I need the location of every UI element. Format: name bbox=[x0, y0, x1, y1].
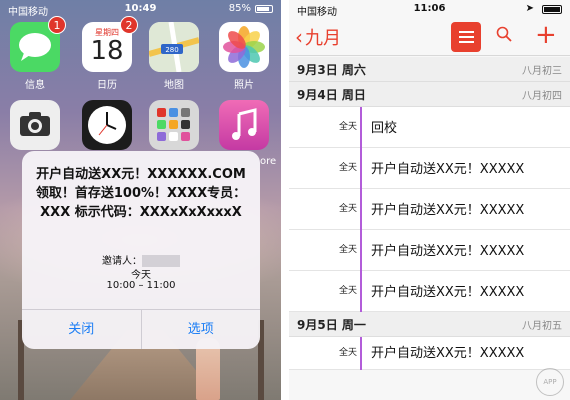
calendar-color-bar bbox=[360, 189, 362, 230]
calendar-date: 18 bbox=[90, 36, 124, 66]
event-row[interactable]: 全天 回校 bbox=[289, 107, 570, 148]
messages-icon: 1 bbox=[10, 16, 66, 72]
close-button[interactable]: 关闭 bbox=[22, 310, 141, 349]
app-photos[interactable]: 照片 bbox=[217, 22, 271, 91]
notification-badge: 2 bbox=[120, 16, 138, 34]
add-event-button[interactable]: + bbox=[535, 20, 557, 50]
app-calendar[interactable]: 星期四 18 2 日历 bbox=[80, 16, 138, 91]
lunar-date: 八月初五 bbox=[522, 321, 562, 332]
day-header: 9月5日 周一 八月初五 bbox=[289, 312, 570, 337]
all-day-tag: 全天 bbox=[338, 245, 357, 255]
alert-day: 今天 bbox=[131, 270, 151, 281]
app-messages[interactable]: 1 信息 bbox=[8, 16, 66, 91]
event-title: 开户自动送XX元！XXXXX bbox=[371, 285, 525, 300]
event-row[interactable]: 全天 开户自动送XX元！XXXXX bbox=[289, 189, 570, 230]
all-day-tag: 全天 bbox=[338, 348, 357, 358]
screenshot-root: 中国移动 10:49 85% 1 信息 星期四 18 2 日历 280 地图 照… bbox=[0, 0, 570, 400]
day-date: 9月3日 周六 bbox=[297, 63, 366, 77]
battery-icon bbox=[542, 5, 562, 14]
battery-percent: 85% bbox=[228, 3, 251, 14]
app-itunes[interactable] bbox=[217, 100, 271, 150]
all-day-tag: 全天 bbox=[338, 122, 357, 132]
event-list: 9月3日 周六 八月初三 9月4日 周日 八月初四 全天 回校 全天 开户自动送… bbox=[289, 57, 570, 370]
status-bar: 中国移动 10:49 85% bbox=[0, 0, 281, 18]
options-button[interactable]: 选项 bbox=[140, 310, 261, 349]
all-day-tag: 全天 bbox=[338, 163, 357, 173]
day-date: 9月4日 周日 bbox=[297, 88, 366, 102]
notification-badge: 1 bbox=[48, 16, 66, 34]
alert-buttons: 关闭 选项 bbox=[22, 309, 260, 349]
lunar-date: 八月初三 bbox=[522, 66, 562, 77]
app-label: 信息 bbox=[25, 80, 45, 91]
clock-icon bbox=[82, 100, 132, 150]
home-screen: 中国移动 10:49 85% 1 信息 星期四 18 2 日历 280 地图 照… bbox=[0, 0, 281, 400]
app-label: 日历 bbox=[97, 80, 117, 91]
day-header: 9月4日 周日 八月初四 bbox=[289, 82, 570, 107]
location-icon: ➤ bbox=[525, 3, 534, 14]
alert-title: 开户自动送XX元！XXXXXX.COM领取！首存送100%！XXXX专员：XXX… bbox=[35, 167, 247, 220]
event-title: 回校 bbox=[371, 121, 398, 136]
photos-icon bbox=[219, 22, 269, 72]
panel-divider bbox=[281, 0, 289, 400]
maps-sign: 280 bbox=[165, 46, 178, 54]
app-camera[interactable] bbox=[8, 100, 62, 150]
maps-icon: 280 bbox=[149, 22, 199, 72]
back-button[interactable]: ‹ 九月 bbox=[295, 24, 341, 50]
calendar-app: 中国移动 11:06 ➤ ‹ 九月 + 9月3日 周六 八月初三 9月4日 周日… bbox=[289, 0, 570, 400]
all-day-tag: 全天 bbox=[338, 204, 357, 214]
music-note-icon bbox=[219, 100, 269, 150]
app-folder[interactable] bbox=[147, 100, 201, 150]
day-date: 9月5日 周一 bbox=[297, 318, 366, 332]
search-icon[interactable] bbox=[496, 26, 512, 42]
day-header: 9月3日 周六 八月初三 bbox=[289, 57, 570, 82]
calendar-color-bar bbox=[360, 337, 362, 370]
event-title: 开户自动送XX元！XXXXX bbox=[371, 203, 525, 218]
app-label: 照片 bbox=[234, 80, 254, 91]
back-label: 九月 bbox=[305, 28, 341, 49]
calendar-color-bar bbox=[360, 148, 362, 189]
app-maps[interactable]: 280 地图 bbox=[147, 22, 201, 91]
all-day-tag: 全天 bbox=[338, 286, 357, 296]
alert-inviter: 邀请人： bbox=[22, 252, 260, 267]
calendar-color-bar bbox=[360, 230, 362, 271]
list-icon bbox=[459, 31, 474, 33]
lunar-date: 八月初四 bbox=[522, 91, 562, 102]
event-title: 开户自动送XX元！XXXXX bbox=[371, 244, 525, 259]
calendar-alert-dialog: 开户自动送XX元！XXXXXX.COM领取！首存送100%！XXXX专员：XXX… bbox=[22, 151, 260, 349]
status-bar: 中国移动 11:06 ➤ bbox=[289, 0, 570, 18]
app-label: 地图 bbox=[164, 80, 184, 91]
list-view-button[interactable] bbox=[451, 22, 481, 52]
event-row[interactable]: 全天 开户自动送XX元！XXXXX bbox=[289, 337, 570, 370]
calendar-color-bar bbox=[360, 107, 362, 148]
event-title: 开户自动送XX元！XXXXX bbox=[371, 162, 525, 177]
calendar-color-bar bbox=[360, 271, 362, 312]
folder-icon bbox=[149, 100, 199, 150]
event-row[interactable]: 全天 开户自动送XX元！XXXXX bbox=[289, 230, 570, 271]
chevron-left-icon: ‹ bbox=[295, 25, 303, 49]
camera-icon bbox=[10, 100, 60, 150]
alert-time-range: 10:00 – 11:00 bbox=[106, 280, 176, 291]
event-title: 开户自动送XX元！XXXXX bbox=[371, 346, 525, 361]
calendar-icon: 星期四 18 2 bbox=[82, 16, 138, 72]
event-row[interactable]: 全天 开户自动送XX元！XXXXX bbox=[289, 148, 570, 189]
calendar-nav-bar: ‹ 九月 + bbox=[289, 18, 570, 56]
app-clock[interactable] bbox=[80, 100, 134, 150]
watermark: APP bbox=[536, 368, 564, 396]
battery-icon bbox=[255, 5, 273, 13]
event-row[interactable]: 全天 开户自动送XX元！XXXXX bbox=[289, 271, 570, 312]
partial-app-label: ore bbox=[260, 156, 277, 167]
